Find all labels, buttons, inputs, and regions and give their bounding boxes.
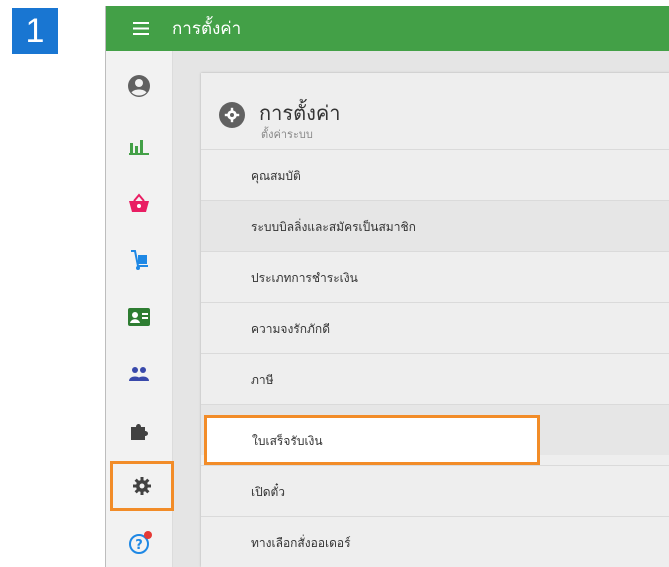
settings-subtitle: ตั้งค่าระบบ	[261, 128, 313, 141]
sidebar-item-customers[interactable]	[106, 349, 172, 399]
id-card-icon	[128, 308, 150, 326]
settings-gear-icon	[219, 102, 245, 128]
shopping-basket-icon	[129, 193, 149, 212]
sidebar-item-sales[interactable]	[106, 178, 172, 228]
settings-item-label: เปิดตั๋ว	[251, 485, 286, 499]
puzzle-piece-icon	[131, 424, 148, 440]
settings-item-label: ใบเสร็จรับเงิน	[252, 434, 323, 448]
sidebar-item-account[interactable]	[106, 61, 172, 111]
sidebar-item-help[interactable]: ?	[106, 519, 172, 567]
settings-item-label: ความจงรักภักดี	[251, 322, 330, 336]
settings-item-billing[interactable]: ระบบบิลลิ่งและสมัครเป็นสมาชิก	[201, 200, 669, 251]
settings-item-label: ประเภทการชำระเงิน	[251, 271, 358, 285]
app-bar-title: การตั้งค่า	[172, 19, 242, 39]
settings-card: การตั้งค่า ตั้งค่าระบบ คุณสมบัติ ระบบบิล…	[201, 73, 669, 567]
sidebar-item-settings[interactable]	[110, 461, 174, 511]
settings-item-loyalty[interactable]: ความจงรักภักดี	[201, 302, 669, 353]
sidebar: ?	[106, 51, 174, 567]
app-window: การตั้งค่า ? การตั้งค่า ตั้งค่าระบบ คุณส…	[105, 6, 669, 567]
notification-dot	[144, 531, 152, 539]
account-circle-icon	[128, 75, 150, 97]
settings-item-open-tickets[interactable]: เปิดตั๋ว	[201, 465, 669, 516]
settings-item-label: ทางเลือกสั่งออเดอร์	[251, 536, 351, 550]
hamburger-menu-icon[interactable]	[128, 16, 154, 42]
settings-item-receipts[interactable]: ใบเสร็จรับเงิน	[204, 415, 540, 465]
sidebar-item-employees[interactable]	[106, 292, 172, 342]
app-bar: การตั้งค่า	[106, 6, 669, 51]
gear-icon	[133, 477, 151, 495]
settings-item-dining-options[interactable]: ทางเลือกสั่งออเดอร์	[201, 516, 669, 567]
settings-item-taxes[interactable]: ภาษี	[201, 353, 669, 404]
settings-item-label: ระบบบิลลิ่งและสมัครเป็นสมาชิก	[251, 220, 416, 234]
settings-header: การตั้งค่า ตั้งค่าระบบ	[201, 73, 669, 149]
sidebar-item-inventory[interactable]	[106, 235, 172, 285]
sidebar-item-reports[interactable]	[106, 121, 172, 171]
step-number-badge: 1	[12, 8, 58, 54]
sidebar-item-integrations[interactable]	[106, 406, 172, 456]
settings-item-label: ภาษี	[251, 373, 274, 387]
people-icon	[129, 367, 149, 381]
hand-truck-icon	[131, 250, 148, 270]
settings-item-label: คุณสมบัติ	[251, 169, 301, 183]
settings-item-features[interactable]: คุณสมบัติ	[201, 149, 669, 200]
svg-text:?: ?	[135, 538, 143, 553]
bar-chart-icon	[129, 140, 149, 155]
settings-item-payment-types[interactable]: ประเภทการชำระเงิน	[201, 251, 669, 302]
